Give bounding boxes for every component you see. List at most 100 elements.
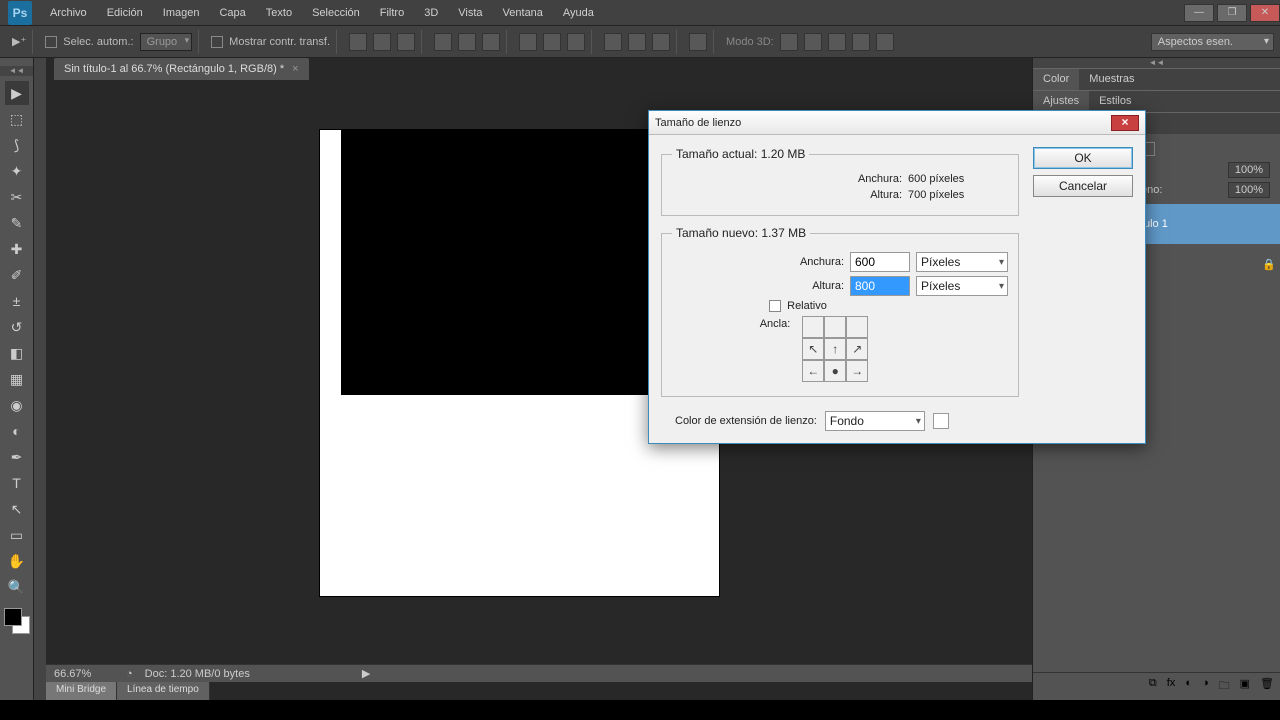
dialog-titlebar[interactable]: Tamaño de lienzo ×: [649, 111, 1145, 135]
minimize-button[interactable]: —: [1184, 4, 1214, 22]
auto-select-checkbox[interactable]: [45, 36, 57, 48]
workspace-switcher[interactable]: Aspectos esen.: [1151, 33, 1274, 51]
menu-3d[interactable]: 3D: [414, 7, 448, 19]
relative-checkbox[interactable]: [769, 300, 781, 312]
path-tool[interactable]: ↖: [5, 497, 29, 521]
anchor-up-arrow[interactable]: ↑: [824, 338, 846, 360]
lock-icon[interactable]: 🔒: [1262, 258, 1274, 270]
distribute-icon[interactable]: [567, 33, 585, 51]
new-layer-icon[interactable]: ▣: [1240, 677, 1250, 696]
toolbox-collapse-icon[interactable]: ◄◄: [0, 66, 33, 76]
tab-swatches[interactable]: Muestras: [1079, 69, 1144, 90]
close-button[interactable]: ✕: [1250, 4, 1280, 22]
shape-tool[interactable]: ▭: [5, 523, 29, 547]
anchor-left-arrow[interactable]: ←: [802, 360, 824, 382]
info-icon[interactable]: ◔: [126, 668, 133, 680]
status-arrow-icon[interactable]: ▶: [362, 667, 370, 680]
distribute-icon[interactable]: [519, 33, 537, 51]
maximize-button[interactable]: ❐: [1217, 4, 1247, 22]
anchor-mid-right-arrow[interactable]: ↗: [846, 338, 868, 360]
history-brush-tool[interactable]: ↺: [5, 315, 29, 339]
pen-tool[interactable]: ✒: [5, 445, 29, 469]
3d-icon[interactable]: [852, 33, 870, 51]
fill-layer-icon[interactable]: ◑: [1202, 677, 1209, 696]
menu-vista[interactable]: Vista: [448, 7, 492, 19]
distribute-icon[interactable]: [604, 33, 622, 51]
opacity-value[interactable]: 100%: [1228, 162, 1270, 178]
tab-styles[interactable]: Estilos: [1089, 91, 1141, 112]
close-tab-icon[interactable]: ×: [292, 63, 298, 75]
link-icon[interactable]: ⧉: [1149, 677, 1157, 696]
document-tab[interactable]: Sin título-1 al 66.7% (Rectángulo 1, RGB…: [54, 58, 309, 80]
type-tool[interactable]: T: [5, 471, 29, 495]
color-swatches[interactable]: [4, 608, 30, 634]
align-icon[interactable]: [458, 33, 476, 51]
menu-capa[interactable]: Capa: [209, 7, 255, 19]
eyedropper-tool[interactable]: ✎: [5, 211, 29, 235]
fx-icon[interactable]: fx: [1167, 677, 1176, 696]
hand-tool[interactable]: ✋: [5, 549, 29, 573]
menu-edicion[interactable]: Edición: [97, 7, 153, 19]
anchor-top-right[interactable]: [846, 316, 868, 338]
mask-icon[interactable]: ◐: [1185, 677, 1192, 696]
brush-tool[interactable]: ✐: [5, 263, 29, 287]
stamp-tool[interactable]: ±: [5, 289, 29, 313]
extension-color-swatch[interactable]: [933, 413, 949, 429]
tab-adjustments[interactable]: Ajustes: [1033, 91, 1089, 112]
tab-mini-bridge[interactable]: Mini Bridge: [46, 682, 117, 700]
left-collapsed-dock[interactable]: [34, 58, 46, 700]
auto-align-icon[interactable]: [689, 33, 707, 51]
tab-color[interactable]: Color: [1033, 69, 1079, 90]
wand-tool[interactable]: ✦: [5, 159, 29, 183]
zoom-level[interactable]: 66.67%: [54, 668, 114, 680]
3d-icon[interactable]: [828, 33, 846, 51]
zoom-tool[interactable]: 🔍: [5, 575, 29, 599]
ok-button[interactable]: OK: [1033, 147, 1133, 169]
lasso-tool[interactable]: ⟆: [5, 133, 29, 157]
auto-select-dropdown[interactable]: Grupo: [140, 33, 193, 51]
anchor-top-left[interactable]: [802, 316, 824, 338]
cancel-button[interactable]: Cancelar: [1033, 175, 1133, 197]
3d-icon[interactable]: [780, 33, 798, 51]
eraser-tool[interactable]: ◧: [5, 341, 29, 365]
menu-imagen[interactable]: Imagen: [153, 7, 210, 19]
menu-filtro[interactable]: Filtro: [370, 7, 414, 19]
tab-timeline[interactable]: Línea de tiempo: [117, 682, 210, 700]
gradient-tool[interactable]: ▦: [5, 367, 29, 391]
align-icon[interactable]: [373, 33, 391, 51]
align-icon[interactable]: [349, 33, 367, 51]
group-icon[interactable]: 🗀: [1219, 677, 1230, 696]
distribute-icon[interactable]: [652, 33, 670, 51]
new-height-input[interactable]: [850, 276, 910, 296]
menu-ventana[interactable]: Ventana: [493, 7, 553, 19]
move-tool[interactable]: ▶: [5, 81, 29, 105]
blur-tool[interactable]: ◉: [5, 393, 29, 417]
align-icon[interactable]: [434, 33, 452, 51]
panels-collapse-icon[interactable]: ◄◄: [1033, 58, 1280, 68]
menu-ayuda[interactable]: Ayuda: [553, 7, 604, 19]
anchor-mid-left-arrow[interactable]: ↖: [802, 338, 824, 360]
anchor-center[interactable]: ●: [824, 360, 846, 382]
show-transform-checkbox[interactable]: [211, 36, 223, 48]
distribute-icon[interactable]: [543, 33, 561, 51]
anchor-right-arrow[interactable]: →: [846, 360, 868, 382]
fill-value[interactable]: 100%: [1228, 182, 1270, 198]
new-height-unit-select[interactable]: Píxeles: [916, 276, 1008, 296]
menu-texto[interactable]: Texto: [256, 7, 302, 19]
new-width-input[interactable]: [850, 252, 910, 272]
trash-icon[interactable]: 🗑: [1260, 677, 1274, 696]
heal-tool[interactable]: ✚: [5, 237, 29, 261]
extension-color-select[interactable]: Fondo: [825, 411, 925, 431]
dialog-close-button[interactable]: ×: [1111, 115, 1139, 131]
align-icon[interactable]: [397, 33, 415, 51]
new-width-unit-select[interactable]: Píxeles: [916, 252, 1008, 272]
dodge-tool[interactable]: ◐: [5, 419, 29, 443]
distribute-icon[interactable]: [628, 33, 646, 51]
menu-archivo[interactable]: Archivo: [40, 7, 97, 19]
crop-tool[interactable]: ✂: [5, 185, 29, 209]
align-icon[interactable]: [482, 33, 500, 51]
3d-icon[interactable]: [804, 33, 822, 51]
menu-seleccion[interactable]: Selección: [302, 7, 370, 19]
anchor-top[interactable]: [824, 316, 846, 338]
marquee-tool[interactable]: ⬚: [5, 107, 29, 131]
